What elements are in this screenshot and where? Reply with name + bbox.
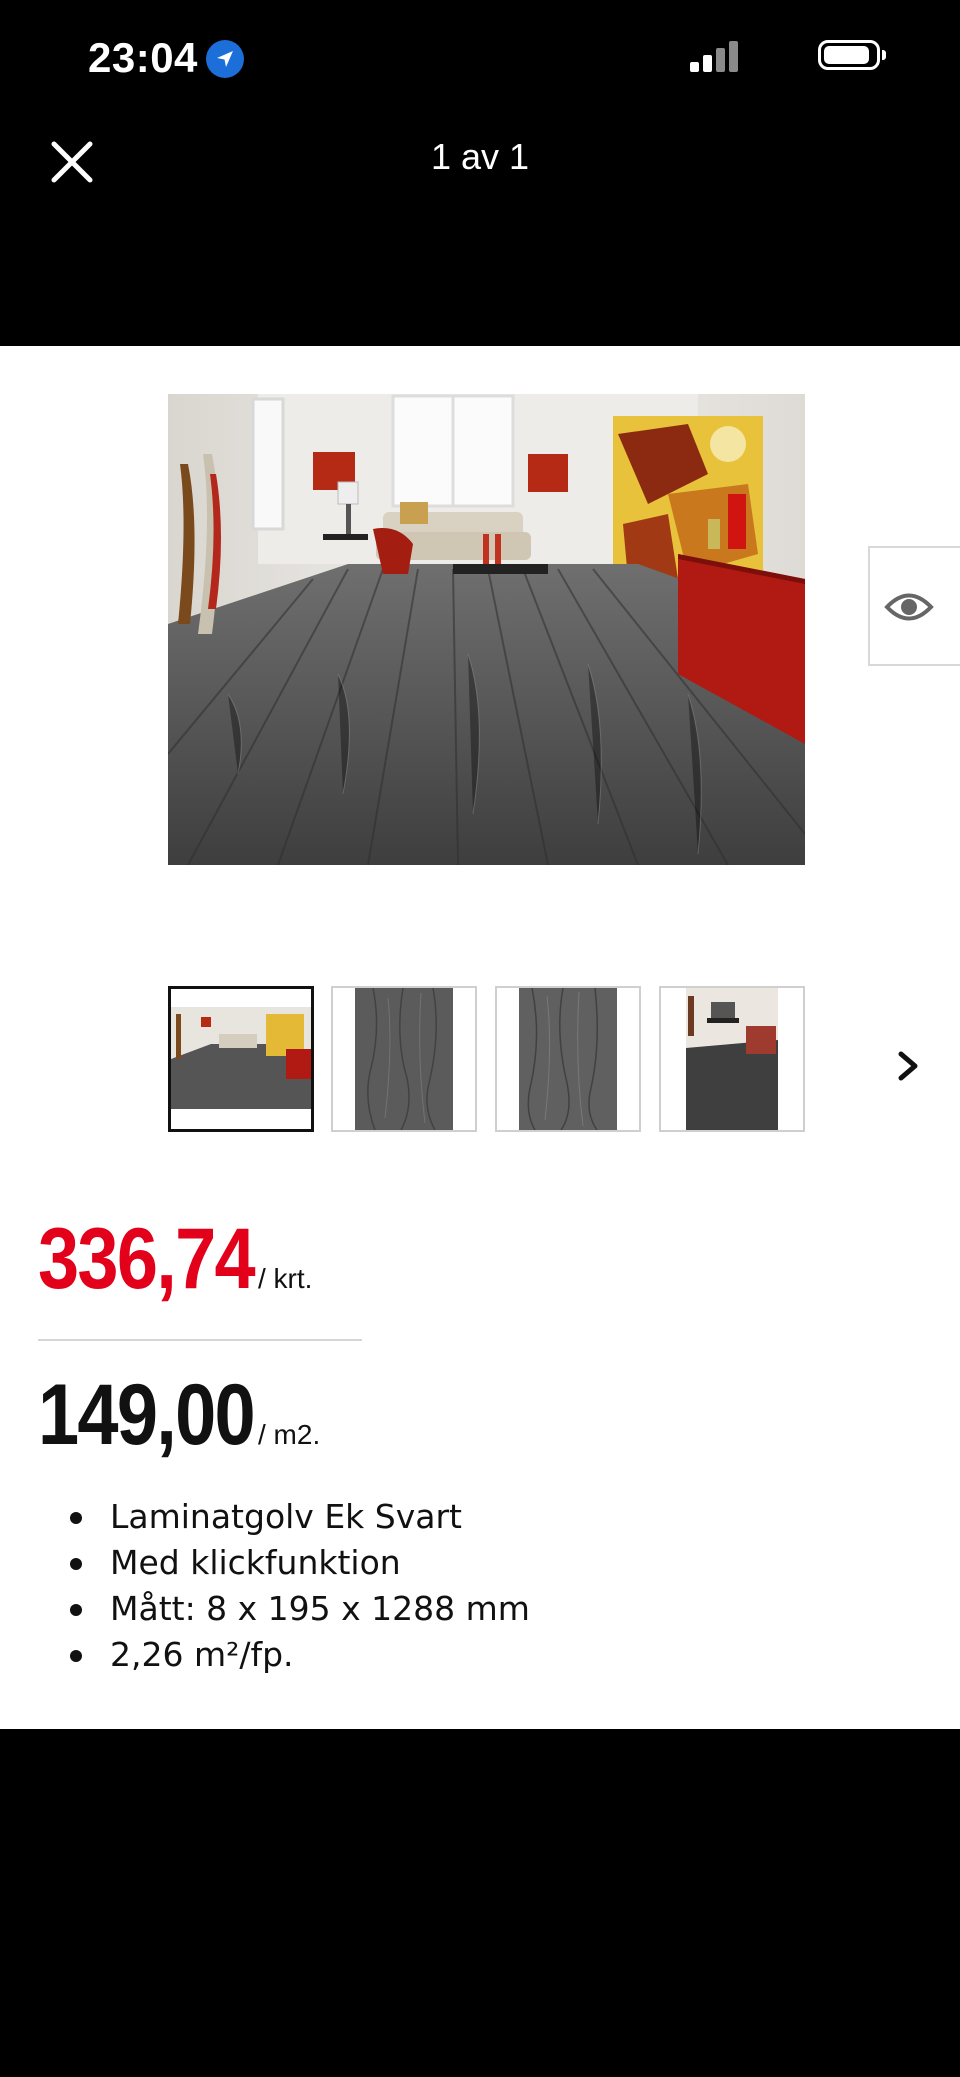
price-per-m2: 149,00 / m2.: [38, 1366, 320, 1465]
thumbnail-1[interactable]: [168, 986, 314, 1132]
price-per-package: 336,74 / krt.: [38, 1210, 312, 1309]
view-image-button[interactable]: [868, 546, 960, 666]
feature-item: Mått: 8 x 195 x 1288 mm: [70, 1586, 530, 1632]
status-bar: 23:04: [0, 0, 960, 110]
image-counter: 1 av 1: [430, 136, 530, 177]
price-old-unit: / krt.: [258, 1263, 313, 1294]
feature-item: Laminatgolv Ek Svart: [70, 1494, 530, 1540]
chevron-right-icon: [898, 1051, 918, 1081]
location-icon: [206, 40, 244, 78]
feature-item: Med klickfunktion: [70, 1540, 530, 1586]
signal-icon: [690, 40, 742, 72]
eye-icon: [884, 593, 934, 621]
product-card: 336,74 / krt. 149,00 / m2. Laminatgolv E…: [0, 346, 960, 1729]
product-main-image[interactable]: [168, 394, 805, 865]
product-features: Laminatgolv Ek Svart Med klickfunktion M…: [70, 1494, 530, 1678]
viewer-header: 1 av 1: [0, 110, 960, 346]
price-old-value: 336,74: [38, 1211, 256, 1307]
next-thumbnails-button[interactable]: [888, 1046, 928, 1086]
battery-icon: [818, 40, 886, 70]
thumbnail-4[interactable]: [659, 986, 805, 1132]
price-new-unit: / m2.: [258, 1419, 321, 1450]
thumbnail-2[interactable]: [331, 986, 477, 1132]
thumbnail-3[interactable]: [495, 986, 641, 1132]
price-divider: [38, 1339, 362, 1341]
feature-item: 2,26 m²/fp.: [70, 1632, 530, 1678]
status-time: 23:04: [88, 34, 198, 81]
price-new-value: 149,00: [38, 1367, 256, 1463]
